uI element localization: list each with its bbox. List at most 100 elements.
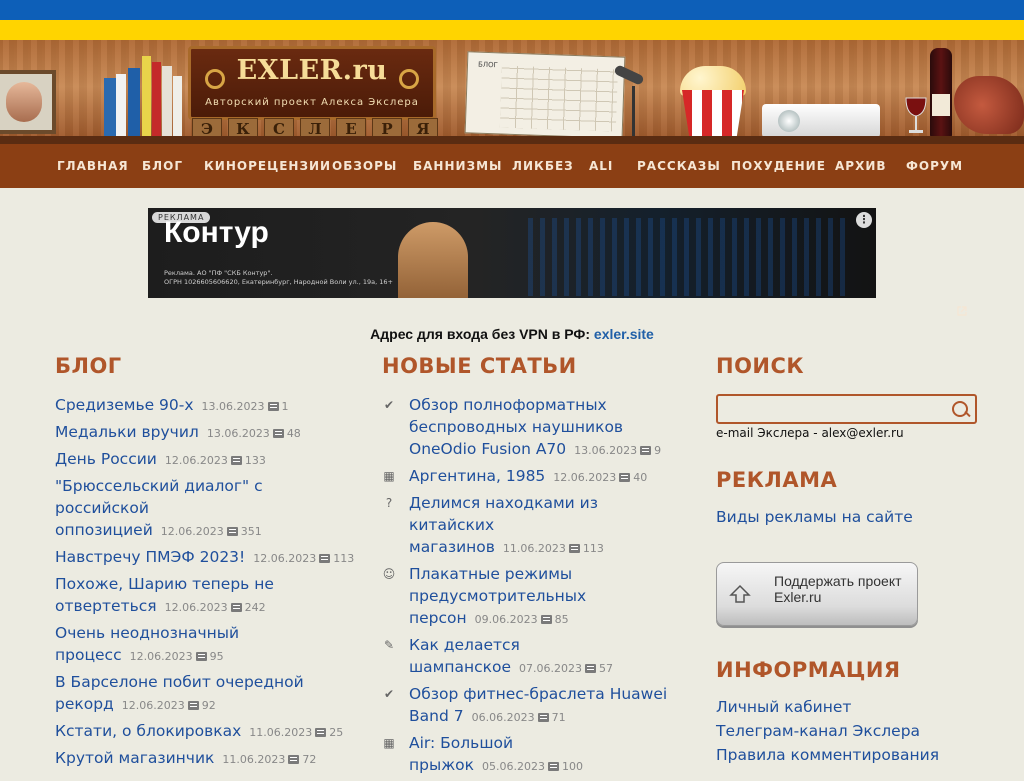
blog-link[interactable]: Кстати, о блокировках	[55, 722, 241, 740]
post-meta: 06.06.2023 71	[472, 711, 566, 724]
ad-brand: Контур	[164, 216, 269, 249]
article-link[interactable]: Аргентина, 1985	[409, 467, 545, 485]
comment-count[interactable]: 113	[333, 552, 354, 565]
blog-item: В Барселоне побит очередной рекорд 12.06.…	[55, 671, 355, 716]
blog-link[interactable]: Крутой магазинчик	[55, 749, 214, 767]
comment-count[interactable]: 57	[599, 662, 613, 675]
comment-count[interactable]: 133	[245, 454, 266, 467]
nav-item-blog[interactable]: БЛОГ	[142, 144, 183, 188]
post-meta: 11.06.2023 72	[222, 753, 316, 766]
info-link-telegram[interactable]: Телеграм-канал Экслера	[716, 722, 920, 740]
info-link-cabinet[interactable]: Личный кабинет	[716, 698, 851, 716]
comment-count[interactable]: 351	[241, 525, 262, 538]
nav-item-bannizms[interactable]: БАННИЗМЫ	[413, 144, 502, 188]
nav-item-movie-reviews[interactable]: КИНОРЕЦЕНЗИИ	[204, 144, 331, 188]
book	[116, 74, 126, 136]
vpn-link[interactable]: exler.site	[594, 326, 654, 342]
post-meta: 05.06.2023 100	[482, 760, 583, 773]
blog-item: Медальки вручил 13.06.2023 48	[55, 421, 355, 444]
logo-title: EXLER.ru	[236, 55, 388, 86]
post-date: 11.06.2023	[249, 726, 313, 739]
ads-link[interactable]: Виды рекламы на сайте	[716, 508, 913, 526]
comment-count[interactable]: 95	[210, 650, 224, 663]
book	[173, 76, 182, 136]
comment-icon	[585, 664, 597, 673]
article-link[interactable]: Как делается шампанское	[409, 636, 520, 676]
pencil-icon: ✎	[383, 638, 395, 652]
blog-link[interactable]: Медальки вручил	[55, 423, 199, 441]
movie-icon: ▦	[383, 736, 395, 750]
comment-count[interactable]: 113	[583, 542, 604, 555]
comment-count[interactable]: 72	[302, 753, 316, 766]
comment-count[interactable]: 1	[282, 400, 289, 413]
search-input[interactable]	[722, 399, 946, 421]
calendar-label: БЛОГ	[477, 60, 499, 70]
comment-icon	[319, 554, 331, 563]
comment-icon	[619, 473, 631, 482]
comment-count[interactable]: 40	[633, 471, 647, 484]
blog-item: Крутой магазинчик 11.06.2023 72	[55, 747, 355, 770]
email-line: e-mail Экслера - alex@exler.ru	[716, 426, 904, 440]
main-nav: ГЛАВНАЯ БЛОГ КИНОРЕЦЕНЗИИ ОБЗОРЫ БАННИЗМ…	[0, 144, 1024, 316]
blog-item: Похоже, Шарию теперь не отвертеться 12.06…	[55, 573, 355, 618]
post-date: 13.06.2023	[574, 444, 638, 457]
nav-item-archive[interactable]: АРХИВ	[835, 144, 887, 188]
nav-item-reviews[interactable]: ОБЗОРЫ	[332, 144, 397, 188]
book	[162, 66, 172, 136]
jamon-icon	[954, 76, 1024, 134]
comment-count[interactable]: 71	[552, 711, 566, 724]
search-button[interactable]	[949, 399, 971, 421]
post-meta: 12.06.2023 133	[165, 454, 266, 467]
info-link-rules[interactable]: Правила комментирования	[716, 746, 939, 764]
post-meta: 11.06.2023 113	[503, 542, 604, 555]
post-meta: 11.06.2023 25	[249, 726, 343, 739]
support-label: Поддержать проект Exler.ru	[774, 573, 902, 605]
support-button[interactable]: Поддержать проект Exler.ru	[716, 562, 918, 626]
blog-link[interactable]: День России	[55, 450, 157, 468]
blog-item: День России 12.06.2023 133	[55, 448, 355, 471]
comment-count[interactable]: 48	[287, 427, 301, 440]
nav-item-likbez[interactable]: ЛИКБЕЗ	[512, 144, 574, 188]
blog-item: Кстати, о блокировках 11.06.2023 25	[55, 720, 355, 743]
comment-count[interactable]: 9	[654, 444, 661, 457]
header-banner: EXLER.ru Авторский проект Алекса Экслера…	[0, 40, 1024, 144]
vpn-prefix: Адрес для входа без VPN в РФ:	[370, 326, 591, 342]
comment-count[interactable]: 85	[555, 613, 569, 626]
search-icon	[952, 401, 968, 417]
article-item: ☺ Плакатные режимы предусмотрительных пер…	[382, 563, 682, 630]
blog-link[interactable]: Навстречу ПМЭФ 2023!	[55, 548, 245, 566]
comment-count[interactable]: 25	[329, 726, 343, 739]
comment-count[interactable]: 100	[562, 760, 583, 773]
post-meta: 12.06.2023 113	[253, 552, 354, 565]
post-meta: 12.06.2023 92	[122, 699, 216, 712]
nav-item-stories[interactable]: РАССКАЗЫ	[637, 144, 721, 188]
nav-item-forum[interactable]: ФОРУМ	[906, 144, 963, 188]
article-item: ? Делимся находками из китайских магазино…	[382, 492, 682, 559]
nav-item-diet[interactable]: ПОХУДЕНИЕ	[731, 144, 826, 188]
comment-icon	[537, 713, 549, 722]
comment-icon	[548, 762, 560, 771]
nav-item-ali[interactable]: ALI	[589, 144, 613, 188]
site-logo[interactable]: EXLER.ru Авторский проект Алекса Экслера	[188, 46, 436, 120]
comment-icon	[230, 603, 242, 612]
article-item: ✔ Обзор полноформатных беспроводных наушн…	[382, 394, 682, 461]
more-options-icon[interactable]: ⋮	[856, 212, 872, 228]
post-date: 13.06.2023	[201, 400, 265, 413]
blog-link[interactable]: Средиземье 90-х	[55, 396, 194, 414]
ad-banner[interactable]: РЕКЛАМА Контур Реклама. АО "ПФ "СКБ Конт…	[148, 208, 876, 298]
comment-icon	[288, 755, 300, 764]
article-item: ✎ Как делается шампанское 07.06.2023 57	[382, 634, 682, 679]
comment-count[interactable]: 242	[245, 601, 266, 614]
post-meta: 13.06.2023 1	[202, 400, 289, 413]
blog-list: Средиземье 90-х 13.06.2023 1 Медальки вручи…	[55, 394, 355, 774]
article-item: ✔ Обзор фитнес-браслета Huawei Band 7 06.0…	[382, 683, 682, 728]
post-date: 12.06.2023	[553, 471, 617, 484]
post-date: 12.06.2023	[121, 699, 185, 712]
post-date: 09.06.2023	[474, 613, 538, 626]
comment-count[interactable]: 92	[202, 699, 216, 712]
info-heading: ИНФОРМАЦИЯ	[716, 658, 901, 682]
blog-item: Очень неоднозначный процесс 12.06.2023 95	[55, 622, 355, 667]
nav-item-home[interactable]: ГЛАВНАЯ	[57, 144, 129, 188]
comment-icon	[640, 446, 652, 455]
comment-icon	[568, 544, 580, 553]
